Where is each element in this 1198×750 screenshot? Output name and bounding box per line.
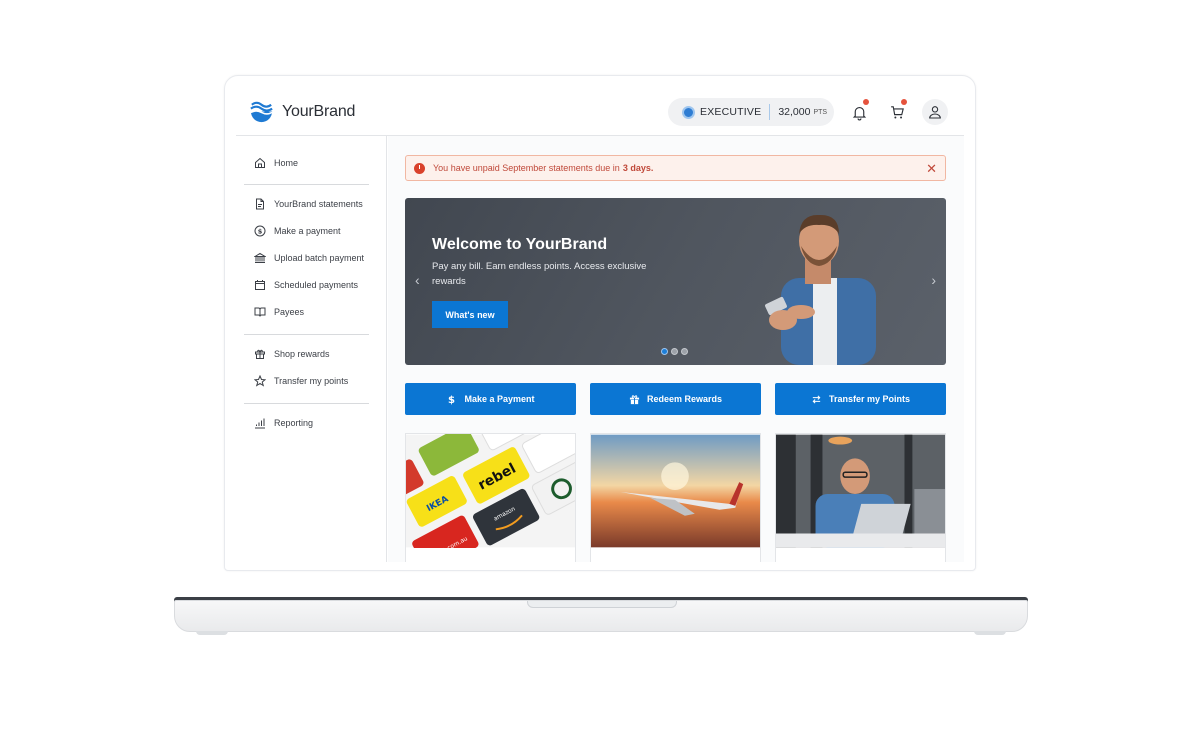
laptop-foot-right [974, 631, 1006, 635]
app-screen: YourBrand EXECUTIVE 32,000 PTS Home Your… [236, 88, 964, 562]
sidebar-nav: Home YourBrand statements $ Make a payme… [236, 136, 387, 562]
carousel-next-arrow-icon[interactable]: › [931, 272, 936, 288]
sidebar-item-label: Upload batch payment [274, 253, 365, 263]
svg-text:$: $ [258, 227, 263, 235]
transfer-points-button[interactable]: Transfer my Points [775, 383, 946, 415]
membership-tier-pill[interactable]: EXECUTIVE 32,000 PTS [668, 98, 834, 126]
hero-man-with-phone-image [765, 214, 876, 365]
sidebar-item-make-payment[interactable]: $ Make a payment [254, 225, 341, 237]
gift-icon [629, 394, 640, 404]
tier-divider [769, 104, 771, 120]
cart-badge [901, 99, 907, 105]
sidebar-divider [244, 403, 369, 404]
sidebar-item-label: Make a payment [274, 226, 341, 236]
payments-promo-card[interactable] [775, 433, 946, 562]
points-unit: PTS [813, 108, 828, 116]
brand-logo-icon [250, 101, 273, 123]
sidebar-item-upload-batch-payment[interactable]: Upload batch payment [254, 252, 364, 264]
sidebar-item-payees[interactable]: Payees [254, 306, 304, 318]
hero-carousel: Welcome to YourBrand Pay any bill. Earn … [405, 198, 946, 365]
tier-label: EXECUTIVE [700, 106, 762, 118]
promo-cards: IKEA rebel webjet.com.au amazon [405, 433, 946, 562]
action-label: Make a Payment [464, 394, 535, 404]
action-label: Transfer my Points [828, 394, 911, 404]
bar-chart-icon [255, 418, 265, 429]
tier-badge-icon [682, 105, 695, 119]
clock-alert-icon [414, 162, 425, 174]
sidebar-item-home[interactable]: Home [254, 157, 298, 169]
carousel-pagination [661, 348, 688, 355]
calendar-icon [255, 280, 265, 290]
sidebar-item-label: Shop rewards [274, 349, 330, 359]
brand-logo[interactable]: YourBrand [248, 98, 355, 125]
profile-button[interactable] [922, 99, 948, 125]
redeem-rewards-button[interactable]: Redeem Rewards [590, 383, 761, 415]
main-content: You have unpaid September statements due… [388, 136, 964, 562]
sidebar-divider [244, 184, 369, 185]
sidebar-item-scheduled-payments[interactable]: Scheduled payments [254, 279, 358, 291]
svg-text:$: $ [448, 395, 455, 405]
star-icon [254, 375, 266, 387]
sidebar-divider [244, 334, 369, 335]
sidebar-item-label: Home [274, 158, 299, 168]
airplane-sunset-image [591, 434, 760, 548]
action-label: Redeem Rewards [646, 394, 723, 404]
sidebar-item-shop-rewards[interactable]: Shop rewards [254, 348, 330, 360]
bank-icon [254, 252, 266, 263]
sidebar-item-label: Transfer my points [274, 376, 349, 386]
alert-message: You have unpaid September statements due… [433, 163, 620, 173]
home-icon [255, 157, 265, 168]
carousel-dot-2[interactable] [671, 348, 678, 355]
alert-close-icon[interactable]: ✕ [926, 161, 937, 177]
sidebar-item-label: Scheduled payments [274, 280, 359, 290]
carousel-dot-3[interactable] [681, 348, 688, 355]
hero-title: Welcome to YourBrand [432, 236, 608, 253]
laptop-foot-left [196, 631, 228, 635]
hero-subtitle: Pay any bill. Earn endless points. Acces… [432, 261, 647, 287]
sidebar-item-reporting[interactable]: Reporting [254, 417, 313, 429]
brand-name: YourBrand [282, 102, 356, 120]
dollar-circle-icon: $ [254, 225, 266, 237]
notifications-button[interactable] [847, 99, 871, 124]
cart-icon [890, 105, 904, 118]
gift-icon [255, 349, 265, 359]
carousel-dot-1[interactable] [661, 348, 668, 355]
sidebar-item-label: YourBrand statements [274, 199, 363, 209]
sidebar-item-statements[interactable]: YourBrand statements [254, 198, 363, 210]
points-balance: 32,000 [778, 106, 811, 118]
user-icon [929, 106, 941, 119]
sidebar-item-label: Payees [274, 307, 305, 317]
whats-new-button[interactable]: What's new [432, 301, 508, 328]
top-bar: YourBrand EXECUTIVE 32,000 PTS [236, 88, 964, 136]
make-payment-button[interactable]: $ Make a Payment [405, 383, 576, 415]
payment-due-alert: You have unpaid September statements due… [405, 155, 946, 181]
laptop-notch [527, 601, 677, 608]
document-icon [256, 198, 264, 210]
cart-button[interactable] [885, 99, 909, 124]
bell-icon [852, 106, 866, 120]
book-icon [254, 307, 266, 317]
notifications-badge [863, 99, 869, 105]
man-laptop-card-image [776, 434, 945, 548]
carousel-prev-arrow-icon[interactable]: ‹ [415, 272, 420, 288]
dollar-icon: $ [448, 395, 455, 405]
transfer-arrows-icon [812, 394, 821, 404]
gift-cards-image: IKEA rebel webjet.com.au amazon [406, 434, 575, 562]
travel-promo-card[interactable] [590, 433, 761, 562]
quick-actions: $ Make a Payment Redeem Rewards Transfer… [405, 383, 946, 415]
sidebar-item-label: Reporting [274, 418, 314, 428]
sidebar-item-transfer-points[interactable]: Transfer my points [254, 375, 348, 387]
alert-due-days: 3 days. [622, 163, 654, 173]
gift-cards-promo-card[interactable]: IKEA rebel webjet.com.au amazon [405, 433, 576, 562]
